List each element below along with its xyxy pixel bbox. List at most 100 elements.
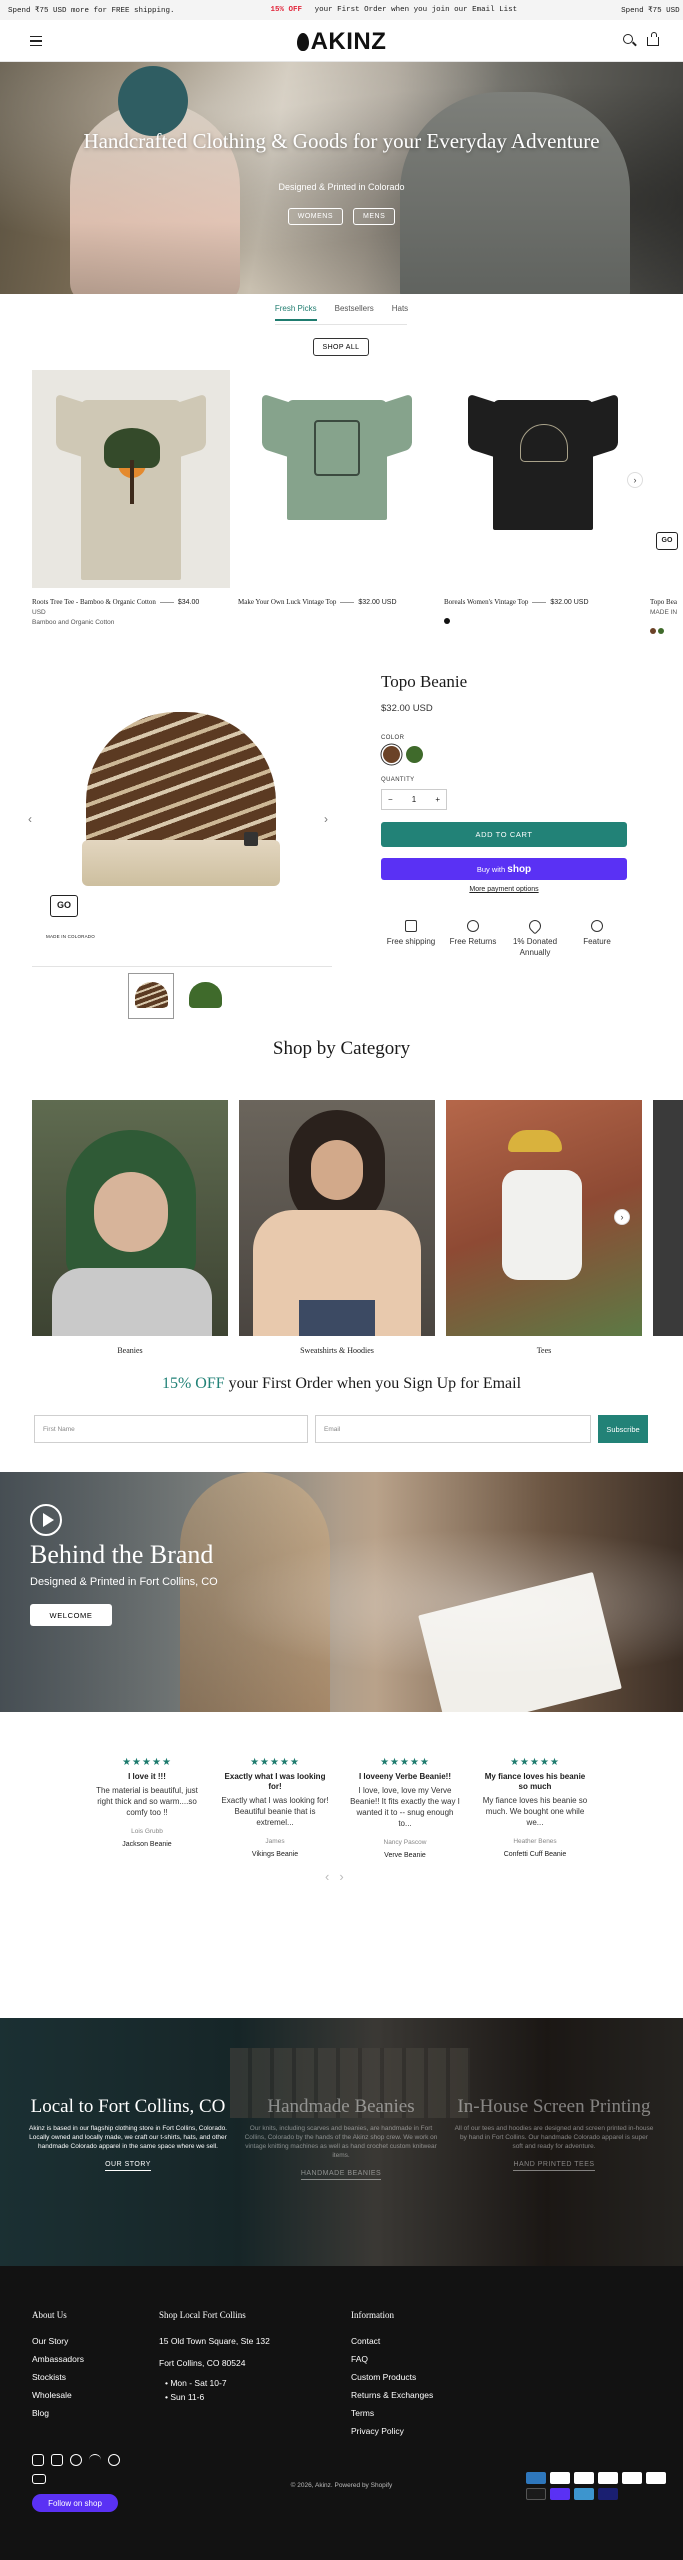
- cart-button[interactable]: [647, 32, 661, 48]
- search-button[interactable]: [623, 34, 637, 48]
- review-product[interactable]: Confetti Cuff Beanie: [480, 1851, 590, 1858]
- footer-link[interactable]: Our Story: [32, 2332, 84, 2350]
- site-header: AKINZ: [0, 20, 683, 62]
- more-payment-options-link[interactable]: More payment options: [381, 886, 627, 893]
- announcement-center: 15% OFF your First Order when you join o…: [270, 6, 518, 14]
- product-card[interactable]: Roots Tree Tee - Bamboo & Organic Cotton…: [32, 370, 230, 626]
- review-title: My fiance loves his beanie so much: [484, 1772, 586, 1791]
- product-image[interactable]: [32, 370, 230, 588]
- welcome-button[interactable]: WELCOME: [30, 1604, 112, 1626]
- mastercard-icon: [526, 2488, 546, 2500]
- footer-link[interactable]: FAQ: [351, 2350, 433, 2368]
- tab-fresh-picks[interactable]: Fresh Picks: [274, 304, 317, 321]
- local-store-banner: Local to Fort Collins, CO Akinz is based…: [0, 2018, 683, 2266]
- behind-the-brand-banner: Behind the Brand Designed & Printed in F…: [0, 1472, 683, 1712]
- search-icon: [623, 34, 633, 44]
- category-label[interactable]: Tees: [446, 1346, 642, 1355]
- feature-generic: Feature: [572, 920, 622, 947]
- review-body: My fiance loves his beanie so much. We b…: [482, 1796, 588, 1827]
- footer-link[interactable]: Contact: [351, 2332, 433, 2350]
- carousel-next-button[interactable]: ›: [627, 472, 643, 488]
- minus-icon[interactable]: −: [388, 795, 393, 804]
- category-card-sweatshirts[interactable]: Sweatshirts & Hoodies: [239, 1100, 435, 1355]
- return-icon: [467, 920, 479, 932]
- footer-link[interactable]: Terms: [351, 2404, 433, 2422]
- womens-button[interactable]: WOMENS: [287, 208, 344, 225]
- pinterest-icon[interactable]: [108, 2454, 120, 2466]
- add-to-cart-button[interactable]: ADD TO CART: [381, 822, 627, 847]
- category-card-partial[interactable]: [653, 1100, 683, 1336]
- reviewer-name: James: [265, 1838, 285, 1845]
- category-image[interactable]: [32, 1100, 228, 1336]
- announcement-left: Spend ₹75 USD more for FREE shipping.: [8, 7, 175, 15]
- local-column: Handmade Beanies Our knits, including sc…: [241, 2096, 441, 2180]
- local-body: All of our tees and hoodies are designed…: [454, 2125, 654, 2150]
- category-image[interactable]: [653, 1100, 683, 1336]
- gallery-next-button[interactable]: ›: [324, 812, 328, 826]
- color-swatch[interactable]: [444, 618, 450, 624]
- site-logo[interactable]: AKINZ: [0, 28, 683, 56]
- handmade-beanies-link[interactable]: HANDMADE BEANIES: [300, 2170, 382, 2180]
- product-name[interactable]: Boreals Women's Vintage Top: [444, 598, 528, 606]
- beanie-main-image[interactable]: [38, 692, 338, 904]
- email-field[interactable]: Email: [315, 1415, 591, 1443]
- play-video-icon[interactable]: [30, 1504, 62, 1536]
- footer-link[interactable]: Stockists: [32, 2368, 84, 2386]
- category-label[interactable]: Beanies: [32, 1346, 228, 1355]
- footer-link[interactable]: Privacy Policy: [351, 2422, 433, 2440]
- facebook-icon[interactable]: [70, 2454, 82, 2466]
- gallery-thumbnail[interactable]: [182, 973, 228, 1019]
- twitter-icon[interactable]: [89, 2454, 101, 2466]
- product-card-partial[interactable]: GO Topo Bea MADE IN: [650, 370, 683, 639]
- product-card[interactable]: Boreals Women's Vintage Top $32.00 USD: [444, 370, 642, 629]
- rating-stars-icon: ★★★★★: [250, 1757, 300, 1768]
- subscribe-button[interactable]: Subscribe: [598, 1415, 648, 1443]
- category-label[interactable]: Sweatshirts & Hoodies: [239, 1346, 435, 1355]
- quantity-value[interactable]: 1: [412, 795, 416, 804]
- category-next-button[interactable]: ›: [614, 1209, 630, 1225]
- gallery-prev-button[interactable]: ‹: [28, 812, 32, 826]
- plus-icon[interactable]: +: [435, 795, 440, 804]
- hand-printed-tees-link[interactable]: HAND PRINTED TEES: [513, 2161, 595, 2171]
- instagram-icon[interactable]: [32, 2454, 44, 2466]
- quantity-label: QUANTITY: [381, 777, 415, 783]
- chevron-left-icon[interactable]: ‹: [325, 1869, 339, 1884]
- product-card[interactable]: Make Your Own Luck Vintage Top $32.00 USD: [238, 370, 436, 606]
- footer-link[interactable]: Wholesale: [32, 2386, 84, 2404]
- first-name-field[interactable]: First Name: [34, 1415, 308, 1443]
- tab-hats[interactable]: Hats: [392, 304, 408, 321]
- gallery-thumbnail[interactable]: [128, 973, 174, 1019]
- chevron-right-icon[interactable]: ›: [339, 1869, 353, 1884]
- product-name[interactable]: Roots Tree Tee - Bamboo & Organic Cotton: [32, 598, 156, 606]
- review-product[interactable]: Vikings Beanie: [220, 1851, 330, 1858]
- buy-with-shop-button[interactable]: Buy with shop: [381, 858, 627, 880]
- product-name[interactable]: Topo Bea: [650, 598, 677, 606]
- category-image[interactable]: [446, 1100, 642, 1336]
- review-product[interactable]: Jackson Beanie: [92, 1841, 202, 1848]
- shop-all-button[interactable]: SHOP ALL: [313, 338, 369, 356]
- footer-link[interactable]: Ambassadors: [32, 2350, 84, 2368]
- product-image[interactable]: GO: [650, 370, 683, 588]
- category-card-beanies[interactable]: Beanies: [32, 1100, 228, 1355]
- category-image[interactable]: [239, 1100, 435, 1336]
- category-card-tees[interactable]: Tees: [446, 1100, 642, 1355]
- product-name[interactable]: Make Your Own Luck Vintage Top: [238, 598, 336, 606]
- swatch-brown[interactable]: [383, 746, 400, 763]
- social-links: [32, 2454, 120, 2466]
- local-body: Akinz is based in our flagship clothing …: [29, 2125, 227, 2150]
- review-product[interactable]: Verve Beanie: [350, 1852, 460, 1859]
- product-image[interactable]: [444, 370, 642, 588]
- follow-on-shop-button[interactable]: Follow on shop: [32, 2494, 118, 2512]
- footer-link[interactable]: Blog: [32, 2404, 84, 2422]
- mens-button[interactable]: MENS: [353, 208, 396, 225]
- footer-hours: Mon - Sat 10-7: [165, 2376, 270, 2390]
- our-story-link[interactable]: OUR STORY: [105, 2161, 151, 2171]
- quantity-stepper[interactable]: − 1 +: [381, 789, 447, 810]
- product-image[interactable]: [238, 370, 436, 588]
- footer-link[interactable]: Custom Products: [351, 2368, 433, 2386]
- tiktok-icon[interactable]: [51, 2454, 63, 2466]
- footer-hours: Sun 11-6: [165, 2390, 270, 2404]
- tab-bestsellers[interactable]: Bestsellers: [335, 304, 374, 321]
- footer-link[interactable]: Returns & Exchanges: [351, 2386, 433, 2404]
- swatch-green[interactable]: [406, 746, 423, 763]
